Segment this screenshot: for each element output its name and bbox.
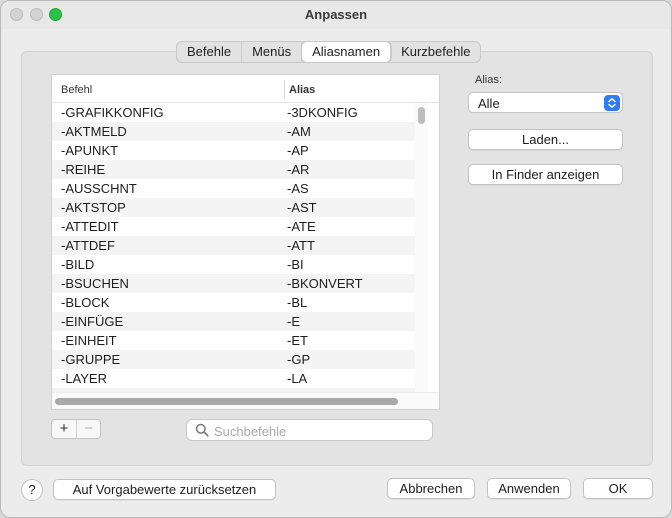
cancel-button[interactable]: Abbrechen [387,478,475,499]
alias-table: Befehl Alias -GRAFIKKONFIG -3DKONFIG -AKTM… [51,74,440,410]
help-button[interactable]: ? [21,479,43,501]
command-cell: -EINHEIT [61,333,117,348]
vertical-scrollbar[interactable] [415,103,427,393]
alias-cell[interactable]: -ET [287,331,308,350]
alias-cell[interactable]: -LA [287,369,307,388]
alias-cell[interactable]: -AST [287,198,317,217]
vertical-scroll-thumb[interactable] [418,107,425,124]
load-button[interactable]: Laden... [468,129,623,150]
table-row[interactable]: -AUSSCHNT -AS [52,179,424,198]
alias-filter-label: Alias: [475,74,502,86]
table-row[interactable]: -AKTSTOP -AST [52,198,424,217]
command-cell: -LAYER [61,371,107,386]
column-header-command[interactable]: Befehl [61,84,92,96]
table-body: -GRAFIKKONFIG -3DKONFIG -AKTMELD -AM -APUNKT… [52,103,424,393]
add-alias-button[interactable]: + [52,420,76,438]
table-row[interactable]: -BSUCHEN -BKONVERT [52,274,424,293]
command-cell: -AKTMELD [61,124,127,139]
tab-aliasnamen[interactable]: Aliasnamen [302,42,392,62]
command-cell: -AUSSCHNT [61,181,137,196]
command-cell: -ATTDEF [61,238,115,253]
column-header-alias[interactable]: Alias [289,84,315,96]
search-icon [195,423,209,437]
table-row[interactable]: -LAYER -LA [52,369,424,388]
alias-cell[interactable]: -3DKONFIG [287,103,358,122]
tab-befehle[interactable]: Befehle [177,42,243,62]
horizontal-scrollbar[interactable] [52,392,439,409]
command-cell: -GRAFIKKONFIG [61,105,164,120]
table-row[interactable]: -ATTEDIT -ATE [52,217,424,236]
search-placeholder: Suchbefehle [214,424,287,439]
table-row[interactable]: -EINFÜGE -E [52,312,424,331]
table-row[interactable]: -BLOCK -BL [52,293,424,312]
alias-cell[interactable]: -BL [287,293,307,312]
command-cell: -REIHE [61,162,106,177]
alias-cell[interactable]: -AR [287,160,309,179]
tab-menues[interactable]: Menüs [242,42,303,62]
alias-filter-value: Alle [478,96,500,111]
alias-cell[interactable]: -BI [287,255,304,274]
command-cell: -BILD [61,257,95,272]
alias-cell[interactable]: -ATE [287,217,316,236]
alias-cell[interactable]: -GP [287,350,310,369]
table-row[interactable]: -APUNKT -AP [52,141,424,160]
alias-cell[interactable]: -E [287,312,300,331]
tab-kurzbefehle[interactable]: Kurzbefehle [391,42,480,62]
alias-cell[interactable]: -AS [287,179,309,198]
window-title: Anpassen [304,7,368,22]
horizontal-scroll-thumb[interactable] [55,398,398,405]
show-in-finder-button[interactable]: In Finder anzeigen [468,164,623,185]
command-cell: -ATTEDIT [61,219,119,234]
remove-alias-button[interactable]: − [75,420,100,438]
updown-chevron-icon [604,95,620,111]
command-cell: -BSUCHEN [61,276,129,291]
reset-defaults-button[interactable]: Auf Vorgabewerte zurücksetzen [53,479,276,500]
table-row[interactable]: -BILD -BI [52,255,424,274]
tab-bar: Befehle Menüs Aliasnamen Kurzbefehle [176,41,482,63]
table-header: Befehl Alias [52,75,439,103]
add-remove-control: + − [51,419,101,439]
column-divider[interactable] [284,80,285,98]
command-cell: -GRUPPE [61,352,121,367]
ok-button[interactable]: OK [583,478,653,499]
command-cell: -EINFÜGE [61,314,124,329]
search-field[interactable]: Suchbefehle [186,419,433,441]
alias-filter-select[interactable]: Alle [468,92,623,113]
command-cell: -BLOCK [61,295,110,310]
table-row[interactable]: -AKTMELD -AM [52,122,424,141]
customize-window: Anpassen Befehle Menüs Aliasnamen Kurzbe… [0,0,672,518]
apply-button[interactable]: Anwenden [487,478,571,499]
alias-cell[interactable]: -AP [287,141,309,160]
table-row[interactable]: -EINHEIT -ET [52,331,424,350]
command-cell: -APUNKT [61,143,119,158]
table-row[interactable]: -GRAFIKKONFIG -3DKONFIG [52,103,424,122]
table-row[interactable]: -GRUPPE -GP [52,350,424,369]
alias-cell[interactable]: -BKONVERT [287,274,363,293]
alias-cell[interactable]: -ATT [287,236,315,255]
table-row[interactable]: -REIHE -AR [52,160,424,179]
command-cell: -AKTSTOP [61,200,126,215]
alias-cell[interactable]: -AM [287,122,311,141]
titlebar: Anpassen [1,1,671,29]
table-row[interactable]: -ATTDEF -ATT [52,236,424,255]
